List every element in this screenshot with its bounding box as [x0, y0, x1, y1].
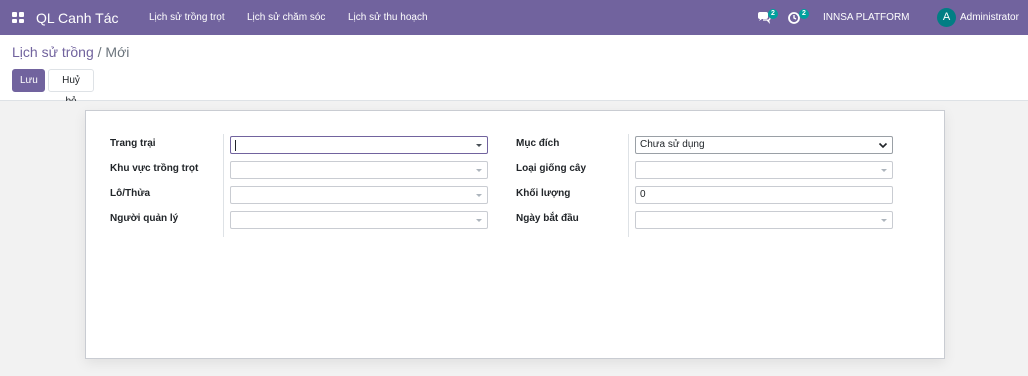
growing-area-field[interactable] — [230, 161, 488, 179]
start-date-label: Ngày bắt đầu — [516, 213, 579, 224]
apps-menu-icon[interactable] — [12, 12, 24, 23]
activities-count-badge: 2 — [799, 9, 809, 19]
user-avatar[interactable]: A — [937, 8, 956, 27]
dropdown-caret-icon[interactable] — [476, 194, 482, 197]
text-cursor — [235, 140, 236, 151]
save-button[interactable]: Lưu — [12, 69, 45, 92]
growing-area-label: Khu vực trồng trọt — [110, 163, 199, 174]
activities-button[interactable]: 2 — [787, 9, 809, 27]
dropdown-caret-icon[interactable] — [476, 169, 482, 172]
plot-field[interactable] — [230, 186, 488, 204]
purpose-value: Chưa sử dụng — [640, 139, 705, 150]
menu-item-care-history[interactable]: Lịch sử chăm sóc — [247, 12, 325, 23]
dropdown-caret-icon[interactable] — [476, 219, 482, 222]
messages-button[interactable]: 2 — [756, 9, 778, 27]
user-menu[interactable]: Administrator — [960, 12, 1019, 23]
chevron-down-icon — [878, 142, 888, 149]
messages-count-badge: 2 — [768, 9, 778, 19]
purpose-select[interactable]: Chưa sử dụng — [635, 136, 893, 154]
form-sheet: Trang trại Khu vực trồng trọt Lô/Thửa Ng… — [85, 110, 945, 359]
farm-label: Trang trại — [110, 138, 156, 149]
breadcrumb-parent[interactable]: Lịch sử trồng — [12, 44, 94, 60]
breadcrumb-separator: / — [97, 44, 102, 60]
manager-field[interactable] — [230, 211, 488, 229]
discard-button[interactable]: Huỷ bỏ — [48, 69, 94, 107]
manager-label: Người quản lý — [110, 213, 179, 224]
left-group-divider — [223, 134, 224, 237]
top-navbar: QL Canh Tác Lịch sử trồng trọt Lịch sử c… — [0, 0, 1028, 35]
farm-field[interactable] — [230, 136, 488, 154]
purpose-label: Mục đích — [516, 138, 560, 149]
control-panel: Lịch sử trồng / Mới Lưu Huỷ bỏ — [0, 35, 1028, 107]
plant-variety-field[interactable] — [635, 161, 893, 179]
plot-label: Lô/Thửa — [110, 188, 151, 199]
menu-item-harvest-history[interactable]: Lịch sử thu hoạch — [348, 12, 428, 23]
dropdown-caret-icon[interactable] — [881, 219, 887, 222]
breadcrumb: Lịch sử trồng / Mới — [12, 44, 129, 60]
start-date-field[interactable] — [635, 211, 893, 229]
company-switcher[interactable]: INNSA PLATFORM — [823, 12, 910, 23]
dropdown-caret-icon[interactable] — [476, 144, 482, 147]
breadcrumb-current: Mới — [105, 44, 130, 60]
quantity-value: 0 — [640, 189, 646, 200]
right-group-divider — [628, 134, 629, 237]
quantity-input[interactable]: 0 — [635, 186, 893, 204]
quantity-label: Khối lượng — [516, 188, 571, 199]
app-title[interactable]: QL Canh Tác — [36, 10, 119, 26]
dropdown-caret-icon[interactable] — [881, 169, 887, 172]
plant-variety-label: Loại giống cây — [516, 163, 587, 174]
menu-item-planting-history[interactable]: Lịch sử trồng trọt — [149, 12, 225, 23]
